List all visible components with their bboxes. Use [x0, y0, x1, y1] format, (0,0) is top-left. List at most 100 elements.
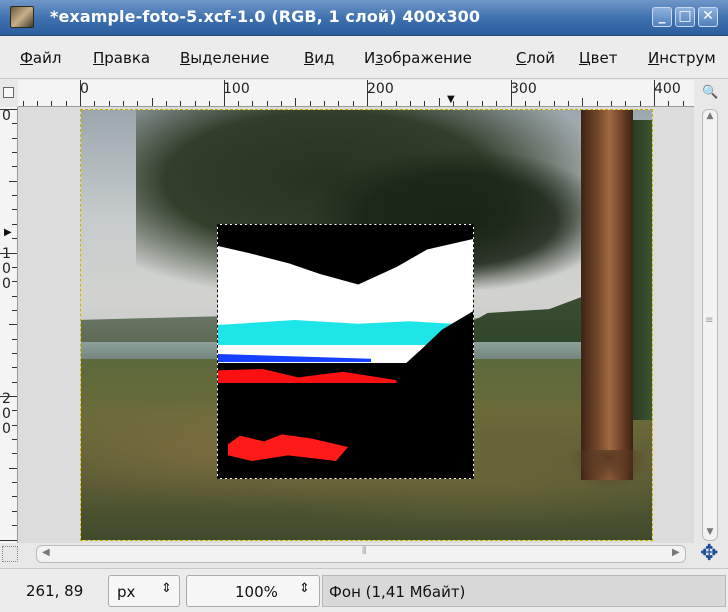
menu-select[interactable]: Выделение	[180, 49, 269, 67]
zoom-selector[interactable]: 100% ⇕	[186, 575, 320, 607]
vertical-scrollbar[interactable]: ▲ ≡ ▼	[694, 107, 728, 543]
canvas-area[interactable]	[18, 107, 694, 543]
ruler-tick	[482, 101, 483, 106]
ruler-label: 400	[654, 81, 681, 97]
scroll-right-icon[interactable]: ▶	[672, 547, 680, 558]
horizontal-scroll-track[interactable]	[36, 545, 686, 563]
menu-image[interactable]: Изображение	[364, 49, 472, 67]
menu-bar: Файл Правка Выделение Вид Изображение Сл…	[0, 36, 728, 79]
ruler-tick	[123, 101, 124, 106]
ruler-tick	[12, 453, 17, 454]
ruler-tick	[0, 396, 17, 397]
window-title: *example-foto-5.xcf-1.0 (RGB, 1 слой) 40…	[50, 7, 481, 26]
ruler-tick	[12, 166, 17, 167]
maximize-button[interactable]: □	[675, 7, 695, 27]
ruler-tick	[12, 195, 17, 196]
ruler-tick	[23, 101, 24, 106]
ruler-tick	[367, 80, 368, 106]
scroll-up-icon[interactable]: ▲	[704, 111, 716, 121]
ruler-tick	[496, 101, 497, 106]
menu-edit[interactable]: Правка	[93, 49, 150, 67]
ruler-tick	[568, 101, 569, 106]
ruler-tick	[424, 101, 425, 106]
menu-colors[interactable]: Цвет	[579, 49, 617, 67]
status-message: Фон (1,41 Мбайт)	[322, 575, 726, 607]
close-button[interactable]: ✕	[698, 7, 718, 27]
quick-mask-toggle[interactable]	[2, 546, 18, 562]
ruler-tick	[554, 101, 555, 106]
ruler-tick	[180, 101, 181, 106]
image-canvas[interactable]	[80, 109, 653, 541]
ruler-tick	[12, 296, 17, 297]
ruler-tick	[611, 101, 612, 106]
scroll-down-icon[interactable]: ▼	[704, 527, 716, 537]
vertical-ruler[interactable]: 0 100 200 ▶	[0, 107, 18, 543]
ruler-tick	[51, 101, 52, 106]
scroll-left-icon[interactable]: ◀	[42, 547, 50, 558]
ruler-label: 200	[367, 81, 394, 97]
menu-tools[interactable]: Инструм	[648, 49, 716, 67]
ruler-tick	[12, 353, 17, 354]
navigate-icon[interactable]: ✥	[700, 543, 718, 565]
spin-arrows-icon: ⇕	[299, 581, 310, 596]
ruler-tick	[381, 101, 382, 106]
ruler-tick	[353, 101, 354, 106]
ruler-tick	[12, 439, 17, 440]
spin-arrows-icon: ⇕	[161, 581, 172, 596]
ruler-tick	[0, 540, 17, 541]
ruler-label: 200	[2, 391, 11, 437]
menu-layer[interactable]: Слой	[516, 49, 555, 67]
ruler-tick	[324, 101, 325, 106]
ruler-label: 0	[2, 108, 11, 124]
photo-background-tree	[633, 120, 652, 420]
unit-selector[interactable]: px ⇕	[108, 575, 180, 607]
ruler-tick	[597, 101, 598, 106]
ruler-tick	[12, 482, 17, 483]
ruler-tick	[453, 101, 454, 106]
quick-mask-menu-button[interactable]	[0, 80, 18, 107]
ruler-tick	[12, 382, 17, 383]
posterized-white	[218, 285, 473, 325]
magnifier-icon: 🔍	[702, 85, 719, 100]
ruler-tick	[12, 410, 17, 411]
ruler-tick	[9, 181, 17, 182]
ruler-tick	[94, 101, 95, 106]
ruler-tick	[252, 101, 253, 106]
ruler-tick	[137, 101, 138, 106]
ruler-tick	[37, 101, 38, 106]
ruler-tick	[12, 310, 17, 311]
selection-region[interactable]	[217, 224, 474, 479]
ruler-tick	[439, 98, 440, 106]
photo-trunk-base	[569, 450, 649, 490]
unit-value: px	[117, 583, 136, 601]
ruler-tick	[80, 80, 81, 106]
title-bar: *example-foto-5.xcf-1.0 (RGB, 1 слой) 40…	[0, 0, 728, 36]
ruler-label: 100	[223, 81, 250, 97]
ruler-tick	[9, 324, 17, 325]
ruler-tick	[12, 281, 17, 282]
zoom-image-button[interactable]: 🔍	[694, 80, 728, 107]
ruler-tick	[683, 101, 684, 106]
ruler-tick	[12, 425, 17, 426]
ruler-tick	[12, 525, 17, 526]
ruler-tick	[238, 101, 239, 106]
ruler-tick	[267, 101, 268, 106]
horizontal-ruler[interactable]: 0 100 200 300 400 ▼	[18, 80, 694, 107]
minimize-button[interactable]: _	[652, 7, 672, 27]
photo-pine-trunk	[581, 110, 633, 480]
ruler-tick	[12, 152, 17, 153]
pointer-coordinates: 261, 89	[26, 582, 84, 600]
scroll-grip-icon: ≡	[705, 315, 714, 326]
horizontal-scrollbar[interactable]: ◀ ⦀ ▶ ✥	[0, 543, 728, 568]
ruler-tick	[525, 101, 526, 106]
ruler-tick	[195, 101, 196, 106]
zoom-value: 100%	[235, 583, 278, 601]
ruler-tick	[12, 123, 17, 124]
gimp-image-icon[interactable]	[10, 6, 34, 28]
ruler-tick	[640, 101, 641, 106]
ruler-tick	[109, 101, 110, 106]
menu-view[interactable]: Вид	[304, 49, 334, 67]
menu-file[interactable]: Файл	[20, 49, 61, 67]
layer-info: Фон (1,41 Мбайт)	[329, 583, 466, 601]
ruler-tick	[281, 101, 282, 106]
